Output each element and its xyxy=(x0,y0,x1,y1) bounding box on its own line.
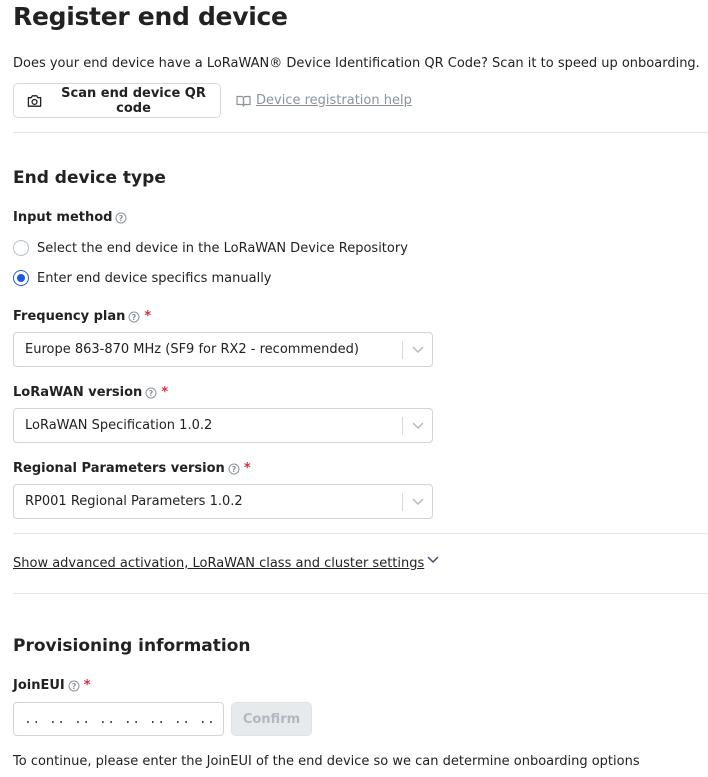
input-method-label: Input method ? xyxy=(13,210,127,225)
end-device-type-title: End device type xyxy=(13,168,166,188)
help-question-icon[interactable]: ? xyxy=(68,680,80,692)
svg-text:?: ? xyxy=(132,312,137,321)
required-marker: * xyxy=(161,385,169,400)
chevron-down-icon[interactable] xyxy=(403,422,432,430)
chevron-down-icon xyxy=(428,556,439,563)
divider xyxy=(13,132,708,133)
camera-icon xyxy=(27,94,42,107)
lorawan-version-select[interactable]: LoRaWAN Specification 1.0.2 xyxy=(13,408,433,443)
device-registration-help-link[interactable]: Device registration help xyxy=(236,93,412,108)
scan-qr-button[interactable]: Scan end device QR code xyxy=(13,83,221,118)
join-eui-input[interactable]: .. .. .. .. .. .. .. .. xyxy=(13,702,224,736)
lorawan-version-label: LoRaWAN version ? * xyxy=(13,385,168,400)
join-eui-label-text: JoinEUI xyxy=(13,678,65,693)
provisioning-title: Provisioning information xyxy=(13,636,251,656)
join-eui-label: JoinEUI ? * xyxy=(13,678,91,693)
svg-text:?: ? xyxy=(149,388,154,397)
regional-parameters-label-text: Regional Parameters version xyxy=(13,461,225,476)
join-eui-hint: To continue, please enter the JoinEUI of… xyxy=(13,754,640,769)
frequency-plan-value: Europe 863-870 MHz (SF9 for RX2 - recomm… xyxy=(25,342,359,357)
scan-qr-label: Scan end device QR code xyxy=(61,85,206,116)
help-question-icon[interactable]: ? xyxy=(228,463,240,475)
divider xyxy=(13,533,708,534)
regional-parameters-select[interactable]: RP001 Regional Parameters 1.0.2 xyxy=(13,484,433,519)
help-question-icon[interactable]: ? xyxy=(115,212,127,224)
frequency-plan-select[interactable]: Europe 863-870 MHz (SF9 for RX2 - recomm… xyxy=(13,332,433,367)
confirm-button[interactable]: Confirm xyxy=(231,702,312,736)
lorawan-version-label-text: LoRaWAN version xyxy=(13,385,143,400)
svg-text:?: ? xyxy=(71,681,76,690)
chevron-down-icon[interactable] xyxy=(403,498,432,506)
book-icon xyxy=(236,95,251,107)
radio-button-selected[interactable] xyxy=(13,270,29,286)
qr-intro-text: Does your end device have a LoRaWAN® Dev… xyxy=(13,56,700,71)
svg-text:?: ? xyxy=(119,213,124,222)
required-marker: * xyxy=(243,461,251,476)
regional-parameters-label: Regional Parameters version ? * xyxy=(13,461,251,476)
radio-option-label: Enter end device specifics manually xyxy=(37,270,272,286)
required-marker: * xyxy=(83,678,91,693)
radio-option-repository[interactable]: Select the end device in the LoRaWAN Dev… xyxy=(13,240,408,256)
show-advanced-settings-link[interactable]: Show advanced activation, LoRaWAN class … xyxy=(13,556,439,571)
frequency-plan-label-text: Frequency plan xyxy=(13,309,126,324)
chevron-down-icon[interactable] xyxy=(403,346,432,354)
required-marker: * xyxy=(144,309,152,324)
radio-button[interactable] xyxy=(13,240,29,256)
advanced-settings-label: Show advanced activation, LoRaWAN class … xyxy=(13,556,425,571)
regional-parameters-value: RP001 Regional Parameters 1.0.2 xyxy=(25,494,243,509)
input-method-label-text: Input method xyxy=(13,210,113,225)
lorawan-version-value: LoRaWAN Specification 1.0.2 xyxy=(25,418,213,433)
divider xyxy=(13,593,708,594)
help-question-icon[interactable]: ? xyxy=(128,311,140,323)
page-title: Register end device xyxy=(13,2,288,31)
frequency-plan-label: Frequency plan ? * xyxy=(13,309,151,324)
svg-text:?: ? xyxy=(232,464,237,473)
help-question-icon[interactable]: ? xyxy=(145,387,157,399)
help-link-label: Device registration help xyxy=(256,93,412,108)
radio-option-label: Select the end device in the LoRaWAN Dev… xyxy=(37,240,408,256)
radio-option-manual[interactable]: Enter end device specifics manually xyxy=(13,270,272,286)
